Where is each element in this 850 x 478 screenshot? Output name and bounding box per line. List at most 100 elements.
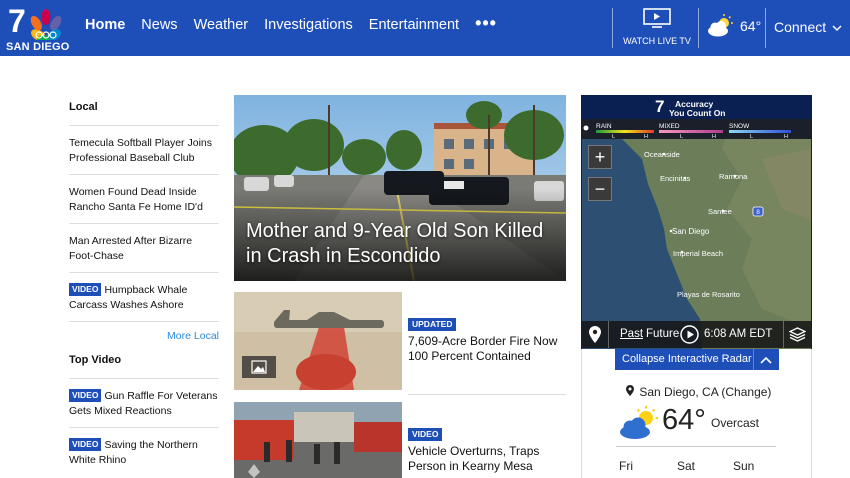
story-title: 7,609-Acre Border Fire Now 100 Percent C… xyxy=(408,334,558,363)
nav-investigations[interactable]: Investigations xyxy=(264,17,353,34)
nav-entertainment[interactable]: Entertainment xyxy=(369,17,459,34)
hero-headline: Mother and 9-Year Old Son Killed in Cras… xyxy=(246,220,544,267)
story-title: Temecula Softball Player Joins Professio… xyxy=(69,137,212,164)
left-column: Local Temecula Softball Player Joins Pro… xyxy=(69,95,219,476)
watch-live-label: WATCH LIVE TV xyxy=(623,36,691,46)
legend-level: L xyxy=(680,134,683,140)
top-video-section-title: Top Video xyxy=(69,354,122,366)
video-badge: VIDEO xyxy=(69,283,102,296)
nav-news[interactable]: News xyxy=(141,17,177,34)
zoom-out-button[interactable]: − xyxy=(588,177,612,201)
nav-weather[interactable]: Weather xyxy=(194,17,249,34)
connect-label: Connect xyxy=(774,19,827,35)
weather-location[interactable]: San Diego, CA (Change) xyxy=(626,385,771,399)
interactive-radar[interactable]: 7 Accuracy You Count On RAIN MIXED SNOW … xyxy=(581,95,812,349)
forecast-day[interactable]: Sat xyxy=(677,459,695,473)
hero-story[interactable]: Mother and 9-Year Old Son Killed in Cras… xyxy=(234,95,566,281)
main-nav: Home News Weather Investigations Enterta… xyxy=(85,13,497,34)
site-header: 7 SAN DIEGO Home News Weather Investigat… xyxy=(0,0,850,56)
crash-scene-image xyxy=(234,402,402,478)
story-title: Vehicle Overturns, Traps Person in Kearn… xyxy=(408,444,540,473)
map-label: Santee xyxy=(708,207,732,216)
bar-divider xyxy=(783,321,784,348)
current-temperature: 64° xyxy=(662,404,706,436)
video-story[interactable]: VIDEO Gun Raffle For Veterans Gets Mixed … xyxy=(69,378,219,427)
header-divider xyxy=(698,8,699,48)
local-story[interactable]: VIDEO Humpback Whale Carcass Washes Ashor… xyxy=(69,272,219,321)
legend-level: L xyxy=(750,134,753,140)
collapse-radar-button[interactable]: Collapse Interactive Radar xyxy=(615,349,779,370)
video-badge: VIDEO xyxy=(69,438,102,451)
story-title: Man Arrested After Bizarre Foot-Chase xyxy=(69,235,193,262)
logo-number: 7 xyxy=(8,3,26,39)
tv-icon xyxy=(643,8,671,28)
legend-rain: RAIN xyxy=(596,123,612,130)
connect-menu[interactable]: Connect xyxy=(774,19,842,35)
header-divider xyxy=(765,8,766,48)
chevron-down-icon xyxy=(832,25,842,32)
video-badge: VIDEO xyxy=(69,389,102,402)
local-story[interactable]: Temecula Softball Player Joins Professio… xyxy=(69,125,219,174)
legend-mixed: MIXED xyxy=(659,123,680,130)
radar-timeline-bar: Past Future 6:08 AM EDT xyxy=(582,321,811,348)
story-card[interactable]: UPDATED 7,609-Acre Border Fire Now 100 P… xyxy=(234,292,566,390)
radar-branding: 7 Accuracy You Count On xyxy=(655,97,745,118)
video-badge: VIDEO xyxy=(408,428,443,441)
peacock-icon xyxy=(30,9,62,40)
partly-cloudy-icon xyxy=(708,14,733,37)
video-story[interactable]: VIDEO Saving the Northern White Rhino xyxy=(69,427,219,476)
local-section-title: Local xyxy=(69,101,98,113)
story-thumbnail xyxy=(234,402,402,478)
legend-level: H xyxy=(712,134,716,140)
radar-map[interactable]: RAIN MIXED SNOW L H L H L H Oceanside En… xyxy=(582,119,811,349)
forecast-day[interactable]: Sun xyxy=(733,459,754,473)
layers-icon[interactable] xyxy=(789,327,806,342)
nav-home[interactable]: Home xyxy=(85,17,125,34)
map-label: Playas de Rosarito xyxy=(677,290,740,299)
collapse-label: Collapse Interactive Radar xyxy=(622,353,752,365)
play-icon[interactable] xyxy=(680,325,699,344)
logo-city: SAN DIEGO xyxy=(6,41,70,53)
chevron-up-icon xyxy=(760,356,772,364)
location-label: San Diego, CA (Change) xyxy=(639,385,772,399)
story-card[interactable]: VIDEO Vehicle Overturns, Traps Person in… xyxy=(234,402,566,478)
partly-cloudy-icon xyxy=(620,406,658,439)
radar-logo-number: 7 xyxy=(655,97,665,116)
legend-snow: SNOW xyxy=(729,123,750,130)
future-toggle[interactable]: Future xyxy=(646,328,679,340)
story-title: Women Found Dead Inside Rancho Santa Fe … xyxy=(69,186,203,213)
gallery-icon xyxy=(242,356,276,378)
header-weather[interactable]: 64° xyxy=(706,14,761,38)
more-menu-icon[interactable]: ••• xyxy=(475,13,497,34)
radar-time: 6:08 AM EDT xyxy=(704,328,773,340)
legend-level: H xyxy=(784,134,788,140)
map-label: San Diego xyxy=(672,227,710,236)
button-divider xyxy=(753,349,754,370)
divider xyxy=(408,394,566,395)
map-pin-icon xyxy=(626,385,634,396)
highway-shield: 8 xyxy=(756,209,760,216)
past-toggle[interactable]: Past xyxy=(620,328,643,340)
forecast-day[interactable]: Fri xyxy=(619,459,633,473)
local-story[interactable]: Man Arrested After Bizarre Foot-Chase xyxy=(69,223,219,272)
map-label: Oceanside xyxy=(644,150,680,159)
location-pin-icon[interactable] xyxy=(589,326,601,343)
watch-live-button[interactable]: WATCH LIVE TV xyxy=(620,8,694,48)
legend-level: L xyxy=(612,134,615,140)
divider xyxy=(616,446,776,447)
station-logo[interactable]: 7 SAN DIEGO xyxy=(6,3,70,54)
radar-brand-line2: You Count On xyxy=(669,108,726,118)
current-condition: Overcast xyxy=(711,416,760,430)
zoom-in-button[interactable]: + xyxy=(588,145,612,169)
header-temperature: 64° xyxy=(740,18,762,34)
legend-pin-icon xyxy=(583,125,589,131)
header-divider xyxy=(612,8,613,48)
map-label: Imperial Beach xyxy=(673,249,723,258)
legend-level: H xyxy=(644,134,648,140)
bar-divider xyxy=(608,321,609,348)
story-thumbnail xyxy=(234,292,402,390)
more-local-link[interactable]: More Local xyxy=(69,321,219,350)
map-label: Ramona xyxy=(719,172,748,181)
local-story[interactable]: Women Found Dead Inside Rancho Santa Fe … xyxy=(69,174,219,223)
updated-badge: UPDATED xyxy=(408,318,457,331)
